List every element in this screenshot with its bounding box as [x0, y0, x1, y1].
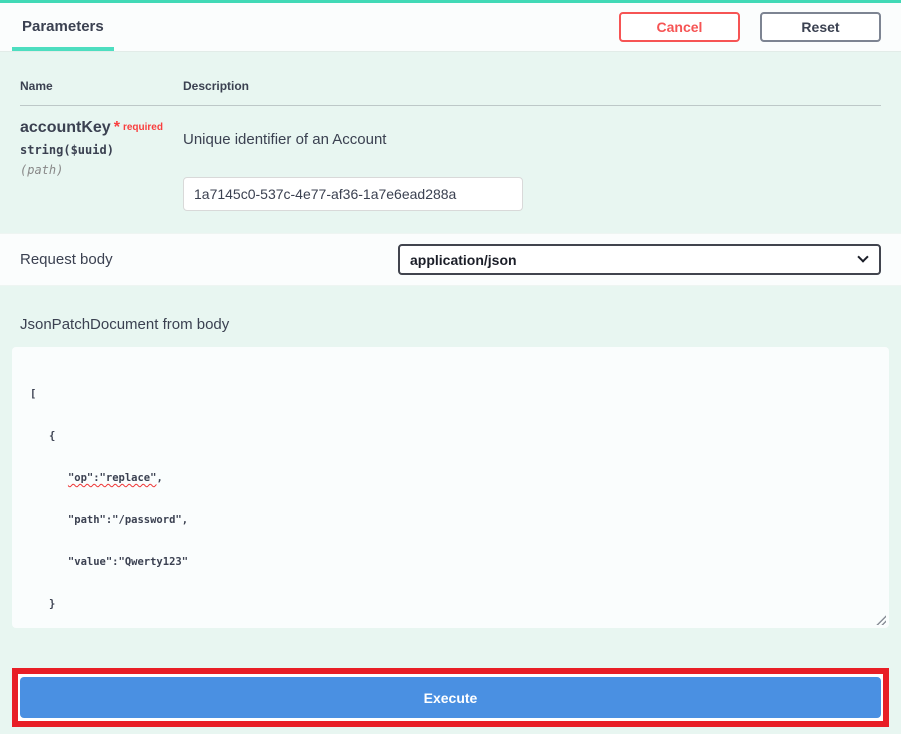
textarea-resize-handle[interactable]: [875, 614, 886, 625]
parameter-type: string($uuid): [20, 143, 183, 157]
code-line: "path":"/password",: [30, 513, 881, 527]
parameters-header: Parameters Cancel Reset: [0, 3, 901, 52]
parameters-table-head: Name Description: [20, 79, 881, 106]
execute-button[interactable]: Execute: [20, 677, 881, 718]
parameter-name-cell: accountKey*required string($uuid) (path): [20, 119, 183, 211]
content-type-select[interactable]: application/json: [398, 244, 881, 275]
reset-button[interactable]: Reset: [760, 12, 881, 42]
code-line: [: [30, 387, 881, 401]
request-body-section: JsonPatchDocument from body [ { "op":"re…: [0, 286, 901, 734]
request-body-label: Request body: [20, 251, 113, 268]
code-line: "value":"Qwerty123": [30, 555, 881, 569]
red-highlight-annotation: Execute: [12, 668, 889, 727]
required-asterisk: *: [114, 119, 120, 136]
request-body-header-row: Request body application/json: [0, 233, 901, 286]
code-line: {: [30, 429, 881, 443]
account-key-input[interactable]: [183, 177, 523, 211]
required-label: required: [123, 122, 163, 133]
tab-parameters[interactable]: Parameters: [12, 3, 114, 51]
parameters-section: Name Description accountKey*required str…: [0, 52, 901, 233]
code-line: "op":"replace",: [30, 471, 881, 485]
body-param-label: JsonPatchDocument from body: [20, 316, 881, 333]
description-column-header: Description: [183, 79, 881, 93]
code-line: }: [30, 597, 881, 611]
header-buttons: Cancel Reset: [619, 3, 881, 51]
parameter-name: accountKey*required: [20, 119, 183, 137]
body-param-textarea[interactable]: [ { "op":"replace", "path":"/password", …: [12, 347, 889, 628]
parameter-location: (path): [20, 163, 183, 177]
content-type-select-wrap: application/json: [398, 244, 881, 275]
name-column-header: Name: [20, 79, 183, 93]
parameter-row: accountKey*required string($uuid) (path)…: [20, 106, 881, 211]
swagger-operation-panel: Parameters Cancel Reset Name Description…: [0, 0, 901, 734]
spellcheck-underlined-text: "op":"replace": [68, 472, 157, 484]
cancel-button[interactable]: Cancel: [619, 12, 740, 42]
parameter-description-cell: Unique identifier of an Account: [183, 119, 881, 211]
parameter-description: Unique identifier of an Account: [183, 131, 881, 148]
